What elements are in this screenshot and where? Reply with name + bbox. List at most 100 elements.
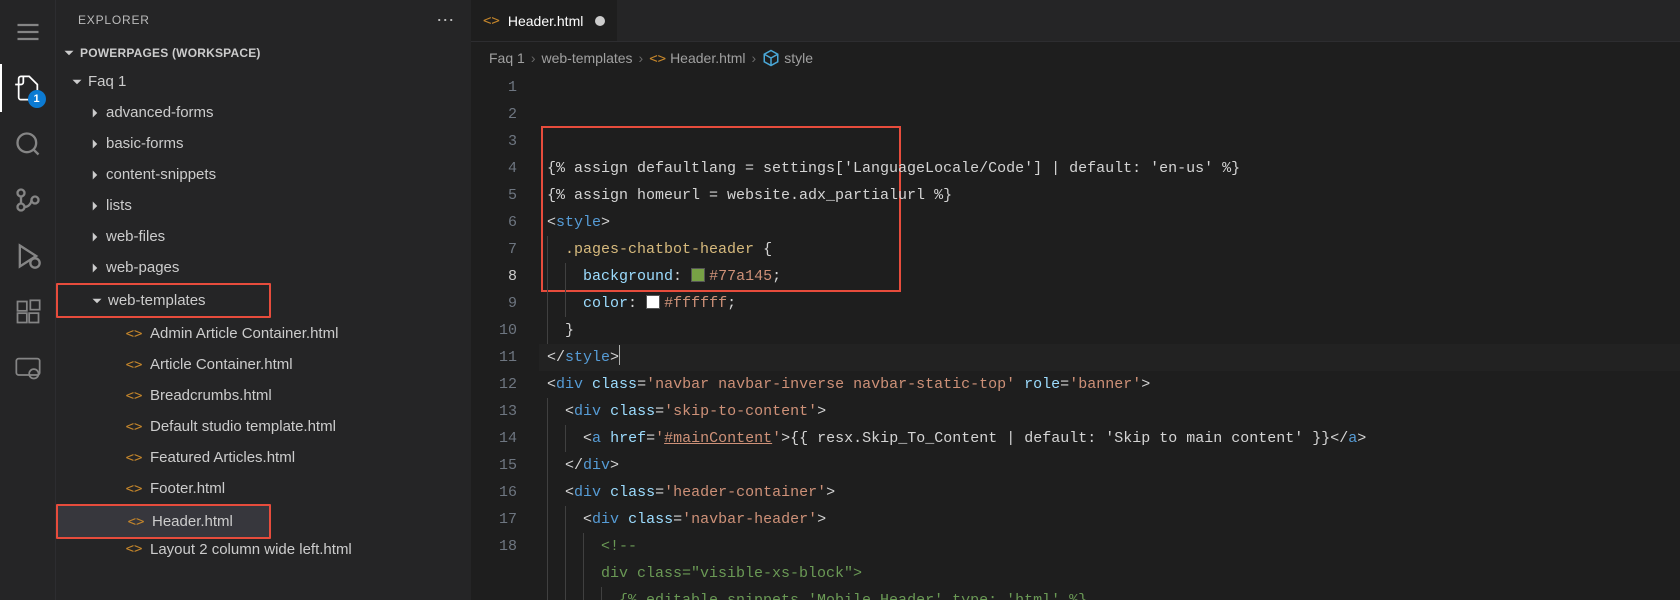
folder-item[interactable]: basic-forms <box>56 128 471 159</box>
line-gutter: 123456789101112131415161718 <box>471 74 539 600</box>
section-label: POWERPAGES (WORKSPACE) <box>80 46 261 60</box>
tab-bar: <> Header.html <box>471 0 1680 42</box>
tab-header-html[interactable]: <> Header.html <box>471 0 617 41</box>
sidebar-title: EXPLORER ⋯ <box>56 0 471 40</box>
code-line[interactable]: div class="visible-xs-block"> <box>539 560 1680 587</box>
code-line[interactable]: background: #77a145; <box>539 263 1680 290</box>
folder-item[interactable]: advanced-forms <box>56 97 471 128</box>
code-line[interactable]: <div class='skip-to-content'> <box>539 398 1680 425</box>
code-line[interactable]: .pages-chatbot-header { <box>539 236 1680 263</box>
line-number: 11 <box>471 344 517 371</box>
breadcrumb-item[interactable]: web-templates <box>541 50 632 66</box>
tree-item-label: Layout 2 column wide left.html <box>150 541 352 558</box>
tree-item-label: web-templates <box>108 292 206 309</box>
html-file-icon: <> <box>124 541 144 557</box>
chevron-right-icon: › <box>531 50 536 66</box>
source-control-icon[interactable] <box>0 172 56 228</box>
editor-group: <> Header.html Faq 1 › web-templates › <… <box>471 0 1680 600</box>
file-tree: Faq 1 advanced-forms basic-forms content-sn… <box>56 66 471 567</box>
code-line[interactable]: } <box>539 317 1680 344</box>
folder-item[interactable]: Faq 1 <box>56 66 471 97</box>
line-number: 1 <box>471 74 517 101</box>
cube-icon <box>762 49 780 67</box>
file-item[interactable]: <> Footer.html <box>56 473 471 504</box>
breadcrumb-item[interactable]: <>Header.html <box>649 50 745 67</box>
extensions-icon[interactable] <box>0 284 56 340</box>
line-number: 2 <box>471 101 517 128</box>
tree-item-label: Article Container.html <box>150 356 293 373</box>
code-line[interactable]: <div class='header-container'> <box>539 479 1680 506</box>
line-number: 17 <box>471 506 517 533</box>
code-line[interactable]: color: #ffffff; <box>539 290 1680 317</box>
activity-bar: 1 <box>0 0 56 600</box>
line-number: 12 <box>471 371 517 398</box>
chevron-right-icon: › <box>752 50 757 66</box>
tree-item-label: web-files <box>106 228 165 245</box>
folder-item[interactable]: web-templates <box>58 285 269 316</box>
tree-item-label: Admin Article Container.html <box>150 325 338 342</box>
code-line[interactable]: </style> <box>539 344 1680 371</box>
files-badge: 1 <box>28 90 46 108</box>
line-number: 9 <box>471 290 517 317</box>
chevron-down-icon <box>68 73 86 91</box>
folder-item[interactable]: content-snippets <box>56 159 471 190</box>
code-line[interactable]: {% assign homeurl = website.adx_partialu… <box>539 182 1680 209</box>
remote-icon[interactable] <box>0 340 56 396</box>
file-item[interactable]: <> Admin Article Container.html <box>56 318 471 349</box>
code-line[interactable]: </div> <box>539 452 1680 479</box>
breadcrumb-symbol[interactable]: style <box>762 49 813 67</box>
sidebar-more-icon[interactable]: ⋯ <box>436 10 455 31</box>
code-line[interactable]: <style> <box>539 209 1680 236</box>
code-line[interactable]: <a href='#mainContent'>{{ resx.Skip_To_C… <box>539 425 1680 452</box>
folder-item[interactable]: web-files <box>56 221 471 252</box>
tree-item-label: Footer.html <box>150 480 225 497</box>
code-line[interactable]: <div class='navbar navbar-inverse navbar… <box>539 371 1680 398</box>
tree-item-label: advanced-forms <box>106 104 214 121</box>
menu-icon[interactable] <box>0 4 56 60</box>
code-area[interactable]: {% assign defaultlang = settings['Langua… <box>539 74 1680 600</box>
chevron-down-icon <box>60 44 78 62</box>
code-line[interactable]: <div class='navbar-header'> <box>539 506 1680 533</box>
file-item[interactable]: <>Default studio template.html <box>56 411 471 442</box>
search-icon[interactable] <box>0 116 56 172</box>
line-number: 14 <box>471 425 517 452</box>
html-file-icon: <> <box>124 450 144 466</box>
code-editor[interactable]: 123456789101112131415161718 {% assign de… <box>471 74 1680 600</box>
tree-item-label: Header.html <box>152 513 233 530</box>
html-file-icon: <> <box>124 388 144 404</box>
run-debug-icon[interactable] <box>0 228 56 284</box>
file-item[interactable]: <> Article Container.html <box>56 349 471 380</box>
line-number: 16 <box>471 479 517 506</box>
chevron-right-icon <box>86 197 104 215</box>
html-file-icon: <> <box>649 51 666 67</box>
tree-item-label: web-pages <box>106 259 179 276</box>
files-icon[interactable]: 1 <box>0 60 56 116</box>
file-item[interactable]: <>Featured Articles.html <box>56 442 471 473</box>
tab-label: Header.html <box>508 13 583 29</box>
html-file-icon: <> <box>124 481 144 497</box>
tree-item-label: Breadcrumbs.html <box>150 387 272 404</box>
file-item[interactable]: <> Layout 2 column wide left.html <box>56 539 471 559</box>
code-line[interactable]: {% editable snippets 'Mobile Header' typ… <box>539 587 1680 600</box>
line-number: 7 <box>471 236 517 263</box>
code-line[interactable]: <!-- <box>539 533 1680 560</box>
breadcrumb-item[interactable]: Faq 1 <box>489 50 525 66</box>
line-number: 8 <box>471 263 517 290</box>
html-file-icon: <> <box>124 357 144 373</box>
file-item[interactable]: <> Breadcrumbs.html <box>56 380 471 411</box>
line-number: 6 <box>471 209 517 236</box>
html-file-icon: <> <box>124 326 144 342</box>
tree-item-label: Default studio template.html <box>150 418 336 435</box>
chevron-right-icon <box>86 135 104 153</box>
section-header[interactable]: POWERPAGES (WORKSPACE) <box>56 40 471 66</box>
annotation-box: web-templates <box>56 283 271 318</box>
folder-item[interactable]: lists <box>56 190 471 221</box>
chevron-down-icon <box>88 292 106 310</box>
tree-item-label: basic-forms <box>106 135 184 152</box>
folder-item[interactable]: web-pages <box>56 252 471 283</box>
sidebar: EXPLORER ⋯ POWERPAGES (WORKSPACE) Faq 1 a… <box>56 0 471 600</box>
tree-item-label: Faq 1 <box>88 73 126 90</box>
tree-item-label: lists <box>106 197 132 214</box>
file-item[interactable]: <>Header.html <box>58 506 269 537</box>
code-line[interactable]: {% assign defaultlang = settings['Langua… <box>539 155 1680 182</box>
